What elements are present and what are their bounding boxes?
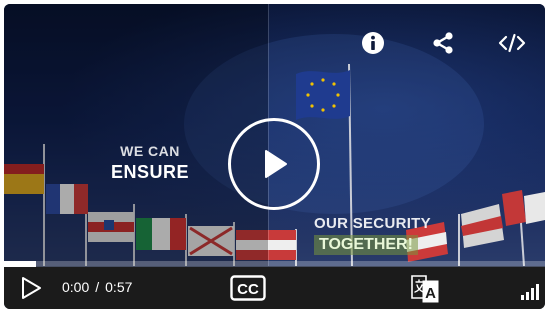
video-frame[interactable]: WE CAN ENSURE OUR SECURITY TOGETHER! [4, 4, 545, 266]
cc-icon: CC [230, 275, 266, 301]
caption-right-line1: OUR SECURITY [314, 215, 431, 232]
quality-button[interactable] [519, 279, 541, 301]
translate-button[interactable]: A [408, 272, 442, 306]
signal-bars-icon [521, 284, 539, 300]
translate-icon: A [411, 275, 439, 303]
info-button[interactable] [356, 26, 390, 60]
play-icon [265, 150, 287, 178]
share-icon [433, 32, 453, 54]
current-time: 0:00 [62, 279, 90, 295]
video-player[interactable]: WE CAN ENSURE OUR SECURITY TOGETHER! 0:0… [4, 4, 545, 309]
video-caption-left: WE CAN ENSURE [100, 143, 200, 183]
caption-left-line2: ENSURE [110, 162, 189, 183]
video-left-shade [4, 4, 268, 266]
play-button[interactable] [18, 275, 44, 301]
translate-label: A [425, 285, 436, 302]
time-separator: / [95, 279, 100, 295]
caption-right-line2: TOGETHER! [314, 235, 418, 255]
caption-left-line1: WE CAN [120, 143, 180, 159]
duration: 0:57 [105, 279, 133, 295]
embed-button[interactable] [495, 26, 529, 60]
share-button[interactable] [426, 26, 460, 60]
time-display: 0:00 / 0:57 [62, 279, 132, 295]
play-outline-icon [22, 277, 41, 299]
embed-code-icon [498, 33, 526, 53]
video-caption-right: OUR SECURITY TOGETHER! [314, 215, 431, 255]
info-icon [362, 32, 384, 54]
control-bar: 0:00 / 0:57 CC A [4, 267, 545, 309]
cc-label: CC [237, 281, 259, 298]
big-play-button[interactable] [228, 118, 320, 210]
closed-captions-button[interactable]: CC [229, 274, 267, 302]
